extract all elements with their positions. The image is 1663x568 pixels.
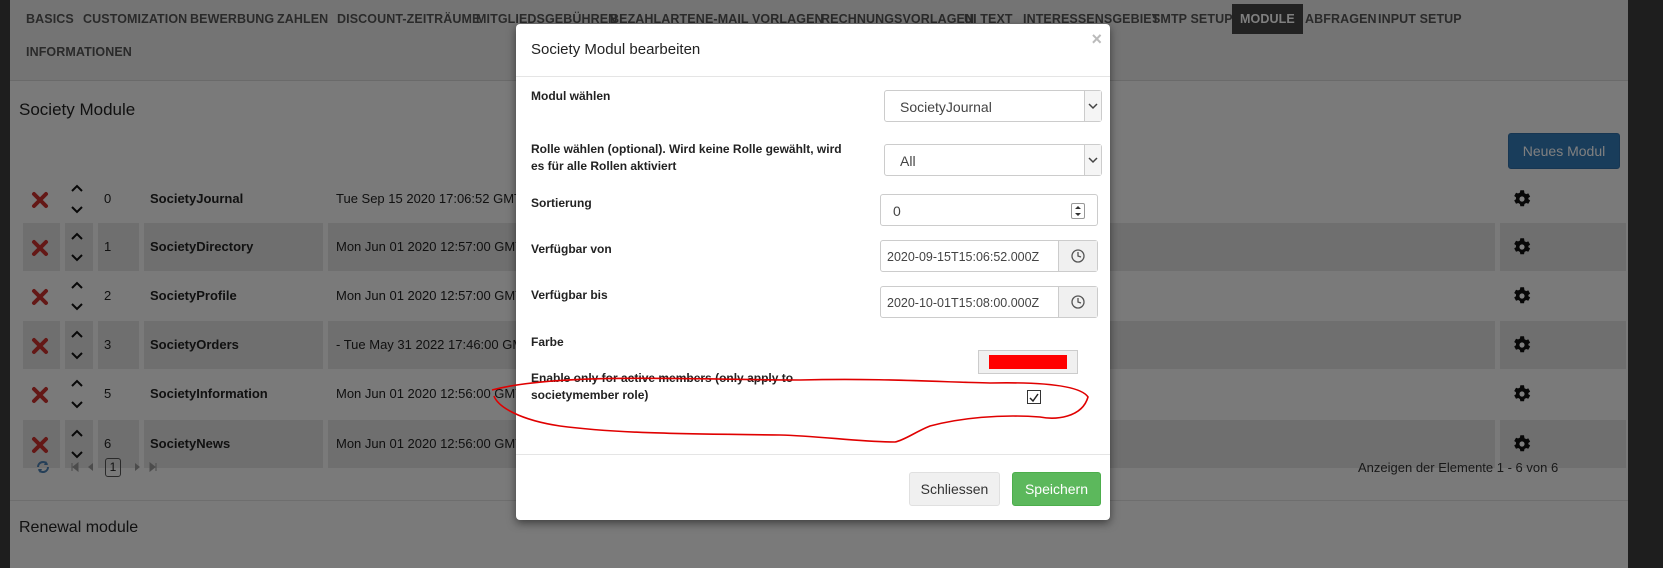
available-to-value: 2020-10-01T15:08:00.000Z: [887, 296, 1040, 310]
available-from-value: 2020-09-15T15:06:52.000Z: [887, 250, 1040, 264]
save-button[interactable]: Speichern: [1012, 472, 1101, 506]
module-select[interactable]: SocietyJournal: [884, 90, 1102, 122]
module-select-value: SocietyJournal: [900, 99, 992, 115]
active-members-label: Enable only for active members (only app…: [531, 371, 794, 402]
role-label: Rolle wählen (optional). Wird keine Roll…: [531, 142, 842, 173]
sort-label: Sortierung: [531, 196, 592, 210]
clock-icon[interactable]: [1058, 241, 1097, 271]
color-swatch: [989, 355, 1067, 369]
edit-module-dialog: Society Modul bearbeiten × Modul wählen …: [516, 24, 1110, 520]
module-label: Modul wählen: [531, 89, 611, 103]
close-button[interactable]: Schliessen: [909, 472, 1000, 506]
role-select-value: All: [900, 153, 916, 169]
chevron-down-icon: [1084, 91, 1101, 121]
active-members-checkbox[interactable]: [1027, 390, 1041, 404]
close-icon[interactable]: ×: [1091, 29, 1102, 50]
sort-input[interactable]: 0: [880, 194, 1098, 226]
modal-footer-divider: [516, 454, 1110, 455]
modal-header: Society Modul bearbeiten ×: [516, 24, 1110, 77]
chevron-down-icon: [1084, 145, 1101, 175]
available-to-input[interactable]: 2020-10-01T15:08:00.000Z: [880, 286, 1098, 318]
role-select[interactable]: All: [884, 144, 1102, 176]
sort-value: 0: [893, 203, 901, 219]
modal-title: Society Modul bearbeiten: [531, 41, 701, 58]
available-to-label: Verfügbar bis: [531, 288, 608, 302]
available-from-input[interactable]: 2020-09-15T15:06:52.000Z: [880, 240, 1098, 272]
color-label: Farbe: [531, 335, 564, 349]
stepper-icon[interactable]: [1071, 203, 1085, 219]
color-picker[interactable]: [978, 350, 1078, 374]
available-from-label: Verfügbar von: [531, 242, 612, 256]
clock-icon[interactable]: [1058, 287, 1097, 317]
